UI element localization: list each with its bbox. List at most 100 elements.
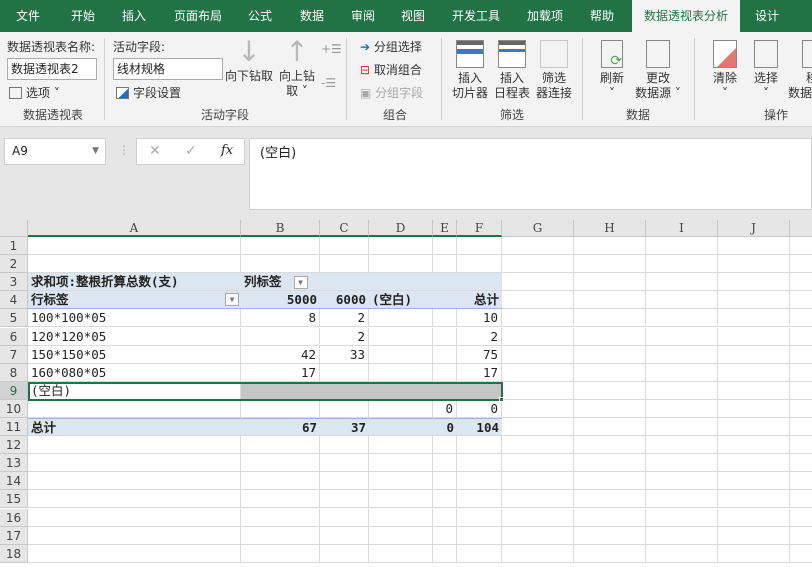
row-header-10[interactable]: 10 (0, 399, 28, 418)
cell-B12[interactable] (241, 436, 320, 455)
tab-9[interactable]: 加载项 (527, 0, 563, 32)
cell-K10[interactable] (790, 400, 812, 418)
cell-C4[interactable]: 6000 (320, 291, 369, 310)
cell-E2[interactable] (433, 255, 457, 274)
cell-H3[interactable] (574, 273, 646, 292)
cell-J7[interactable] (718, 345, 790, 364)
cell-I14[interactable] (646, 472, 718, 491)
cell-E13[interactable] (433, 454, 457, 473)
cell-E14[interactable] (433, 472, 457, 491)
cell-C11[interactable]: 37 (320, 418, 369, 436)
cell-D2[interactable] (369, 255, 433, 274)
row-header-13[interactable]: 13 (0, 454, 28, 473)
cell-A1[interactable] (28, 237, 241, 255)
cell-H12[interactable] (574, 436, 646, 455)
cell-C7[interactable]: 33 (320, 345, 369, 364)
cell-C15[interactable] (320, 490, 369, 509)
cell-A11[interactable]: 总计 (28, 418, 241, 436)
cell-B2[interactable] (241, 255, 320, 274)
select-all-button[interactable] (0, 220, 28, 237)
cell-F16[interactable] (457, 508, 502, 527)
cell-K8[interactable] (790, 364, 812, 382)
cell-J4[interactable] (718, 291, 790, 310)
cell-H7[interactable] (574, 345, 646, 364)
cell-F8[interactable]: 17 (457, 363, 502, 382)
row-header-1[interactable]: 1 (0, 237, 28, 255)
cell-I9[interactable] (646, 381, 718, 400)
cell-C14[interactable] (320, 472, 369, 491)
refresh-button[interactable]: ⟳ 刷新 ˅ (592, 40, 632, 101)
row-header-14[interactable]: 14 (0, 472, 28, 491)
row-header-7[interactable]: 7 (0, 345, 28, 364)
row-header-18[interactable]: 18 (0, 544, 28, 563)
cell-A15[interactable] (28, 490, 241, 509)
collapse-field-icon[interactable]: -☰ (321, 76, 336, 90)
cell-F15[interactable] (457, 490, 502, 509)
column-header-F[interactable]: F (457, 220, 502, 237)
tab-8[interactable]: 开发工具 (452, 0, 500, 32)
formula-input[interactable]: (空白) (249, 138, 812, 210)
row-header-4[interactable]: 4 (0, 291, 28, 310)
enter-icon[interactable]: ✓ (185, 143, 197, 159)
pivot-name-input[interactable]: 数据透视表2 (7, 58, 97, 80)
cell-J11[interactable] (718, 418, 790, 436)
cell-A2[interactable] (28, 255, 241, 274)
cell-E18[interactable] (433, 544, 457, 563)
cell-D13[interactable] (369, 454, 433, 473)
cell-B11[interactable]: 67 (241, 418, 320, 436)
column-header-D[interactable]: D (369, 220, 433, 237)
cancel-icon[interactable]: ✕ (149, 143, 161, 159)
row-header-3[interactable]: 3 (0, 273, 28, 292)
cell-C5[interactable]: 2 (320, 309, 369, 328)
cell-H2[interactable] (574, 255, 646, 274)
cell-D10[interactable] (369, 399, 433, 418)
insert-timeline-button[interactable]: 插入 日程表 (492, 40, 532, 101)
cell-I5[interactable] (646, 309, 718, 328)
cell-C16[interactable] (320, 508, 369, 527)
cell-A5[interactable]: 100*100*05 (28, 309, 241, 328)
row-filter-dropdown[interactable]: ▼ (225, 293, 239, 307)
cell-G3[interactable] (502, 273, 574, 292)
cell-G4[interactable] (502, 291, 574, 310)
cell-F4[interactable]: 总计 (457, 291, 502, 310)
cell-E10[interactable]: 0 (433, 399, 457, 418)
row-header-17[interactable]: 17 (0, 526, 28, 545)
cell-C12[interactable] (320, 436, 369, 455)
cell-B9[interactable] (241, 381, 320, 400)
cell-D12[interactable] (369, 436, 433, 455)
cell-D16[interactable] (369, 508, 433, 527)
cell-J17[interactable] (718, 526, 790, 545)
cell-A17[interactable] (28, 526, 241, 545)
row-header-15[interactable]: 15 (0, 490, 28, 509)
cell-K6[interactable] (790, 328, 812, 346)
row-header-8[interactable]: 8 (0, 363, 28, 382)
cell-I18[interactable] (646, 544, 718, 563)
cell-I13[interactable] (646, 454, 718, 473)
cell-D7[interactable] (369, 345, 433, 364)
row-header-11[interactable]: 11 (0, 418, 28, 436)
cell-B17[interactable] (241, 526, 320, 545)
cell-H6[interactable] (574, 327, 646, 346)
filter-connections-button[interactable]: 筛选 器连接 (534, 40, 574, 101)
cell-H9[interactable] (574, 381, 646, 400)
cell-B18[interactable] (241, 544, 320, 563)
cell-G17[interactable] (502, 526, 574, 545)
cell-K14[interactable] (790, 472, 812, 491)
cell-H11[interactable] (574, 418, 646, 436)
cell-C17[interactable] (320, 526, 369, 545)
cell-F2[interactable] (457, 255, 502, 274)
cell-G6[interactable] (502, 327, 574, 346)
cell-C1[interactable] (320, 237, 369, 255)
cell-A4[interactable]: 行标签 ▼ (28, 291, 241, 310)
cell-F17[interactable] (457, 526, 502, 545)
cell-F11[interactable]: 104 (457, 418, 502, 436)
tab-5[interactable]: 数据 (300, 0, 324, 32)
cell-K18[interactable] (790, 545, 812, 563)
cell-B13[interactable] (241, 454, 320, 473)
cell-I1[interactable] (646, 237, 718, 255)
cell-D9[interactable] (369, 381, 433, 400)
cell-K7[interactable] (790, 346, 812, 364)
active-field-input[interactable]: 线材规格 (113, 58, 223, 80)
cell-G16[interactable] (502, 508, 574, 527)
cell-F12[interactable] (457, 436, 502, 455)
